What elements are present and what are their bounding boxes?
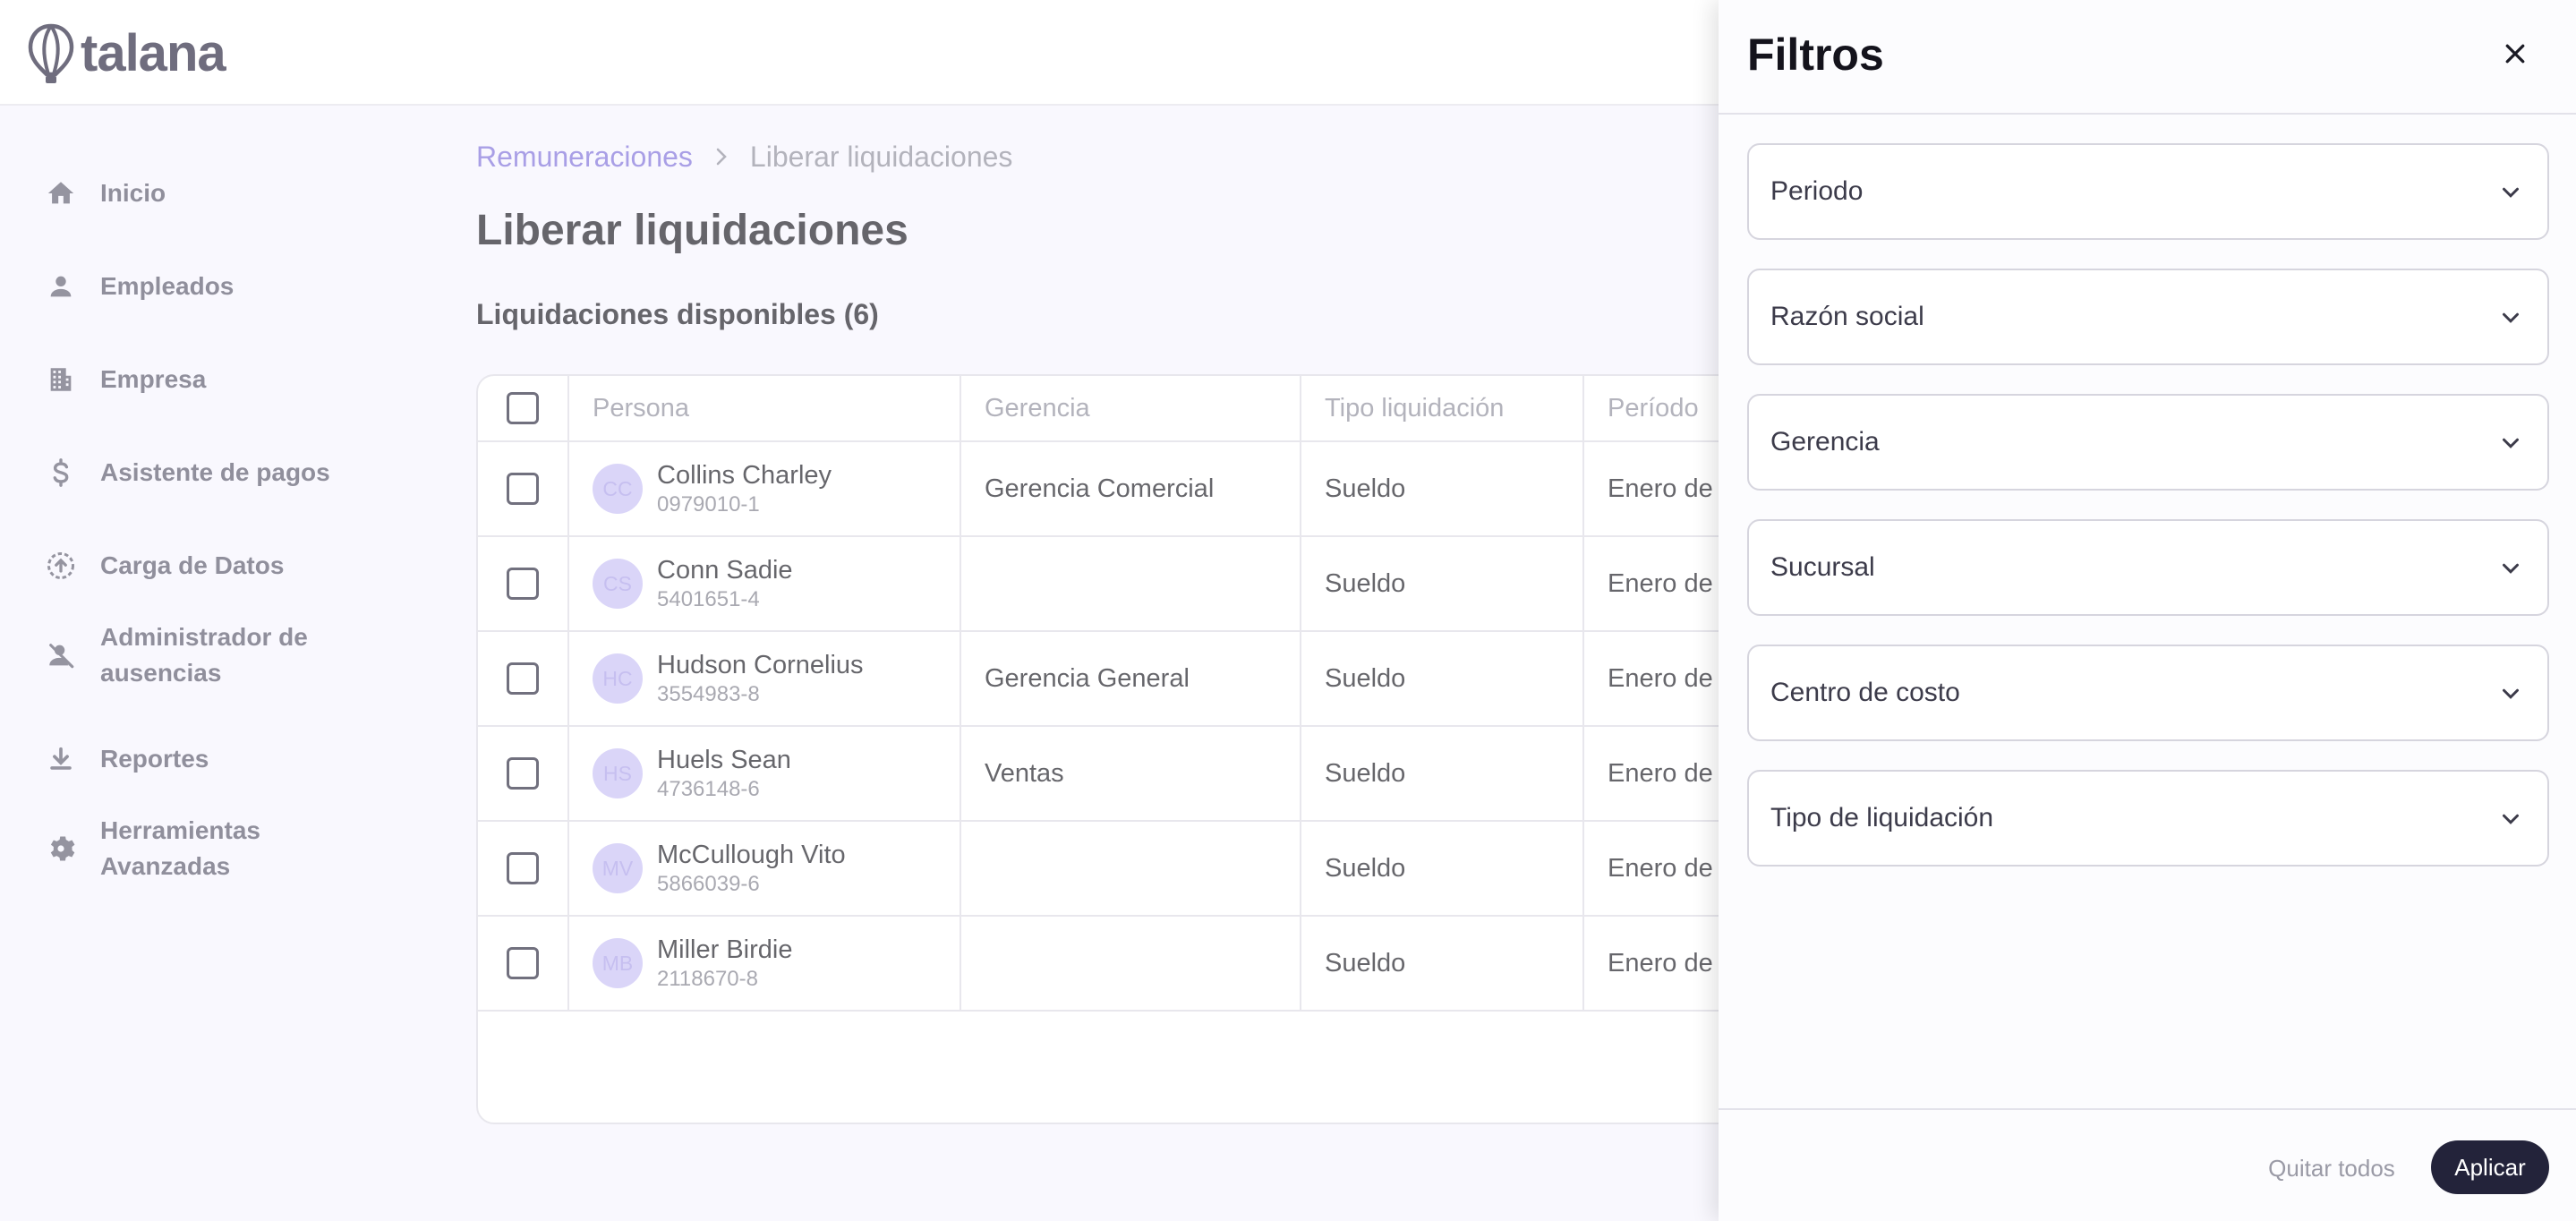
- apply-button[interactable]: Aplicar: [2431, 1140, 2549, 1194]
- close-button[interactable]: [2497, 36, 2533, 72]
- filter-label: Razón social: [1770, 302, 1924, 331]
- chevron-down-icon: [2503, 814, 2519, 824]
- filter-periodo-select[interactable]: Periodo: [1747, 143, 2549, 240]
- filter-label: Sucursal: [1770, 552, 1875, 582]
- filter-centro-de-costo-select[interactable]: Centro de costo: [1747, 645, 2549, 741]
- filter-label: Tipo de liquidación: [1770, 803, 1994, 832]
- filter-label: Periodo: [1770, 176, 1864, 206]
- filters-panel-header: Filtros: [1719, 0, 2576, 115]
- chevron-down-icon: [2503, 438, 2519, 448]
- chevron-down-icon: [2503, 563, 2519, 574]
- filters-panel: Filtros Periodo Razón social Gerencia Su…: [1719, 0, 2576, 1221]
- filter-label: Centro de costo: [1770, 678, 1960, 707]
- filter-gerencia-select[interactable]: Gerencia: [1747, 394, 2549, 491]
- filters-panel-footer: Quitar todos Aplicar: [1719, 1108, 2576, 1221]
- filter-tipo-de-liquidacion-select[interactable]: Tipo de liquidación: [1747, 770, 2549, 867]
- filter-razon-social-select[interactable]: Razón social: [1747, 269, 2549, 365]
- filter-sucursal-select[interactable]: Sucursal: [1747, 519, 2549, 616]
- filter-label: Gerencia: [1770, 427, 1880, 457]
- clear-all-button[interactable]: Quitar todos: [2265, 1142, 2399, 1194]
- chevron-down-icon: [2503, 312, 2519, 323]
- chevron-down-icon: [2503, 688, 2519, 699]
- chevron-down-icon: [2503, 187, 2519, 198]
- filters-panel-title: Filtros: [1747, 30, 1884, 80]
- close-icon: [2505, 44, 2525, 64]
